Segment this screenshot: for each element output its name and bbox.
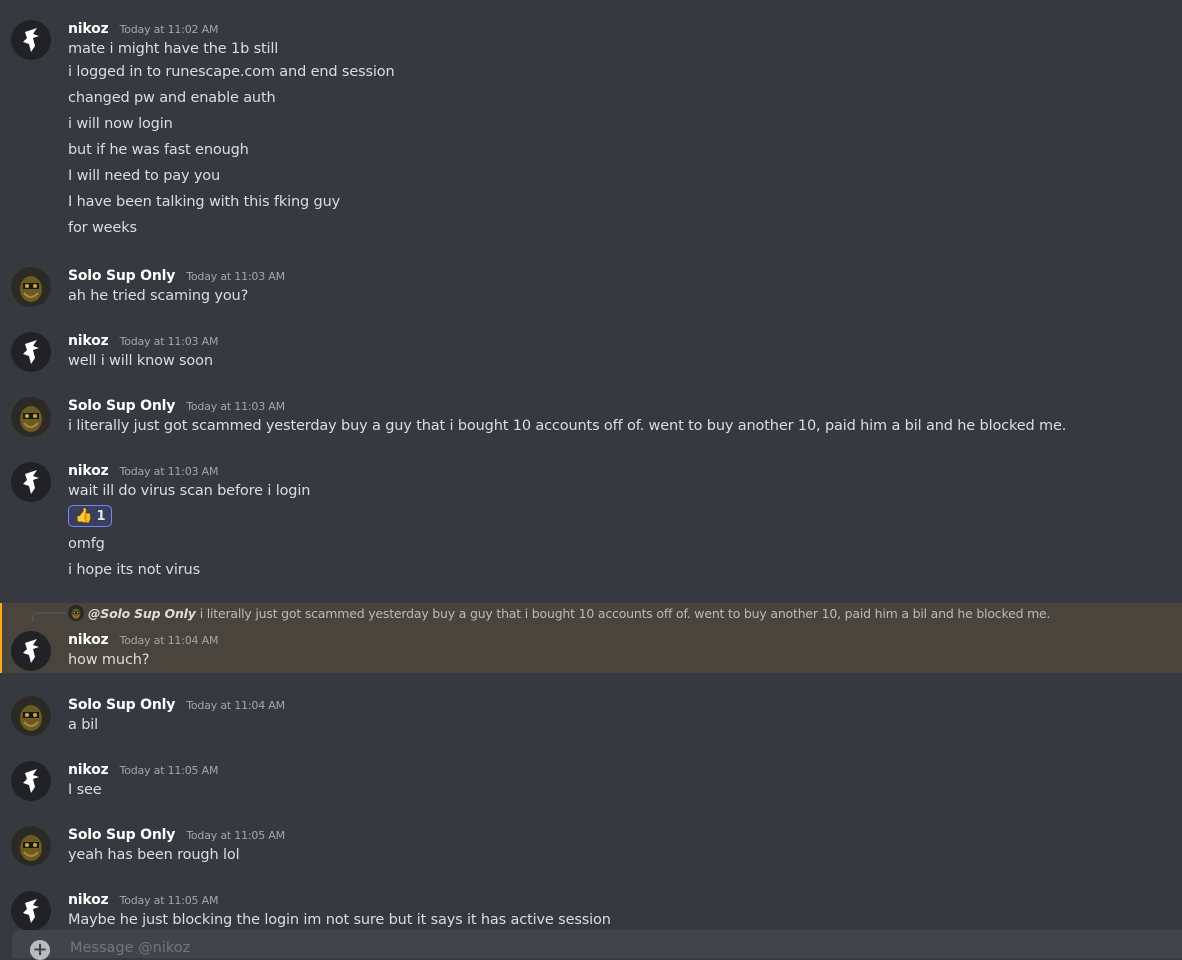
nikoz-avatar-icon[interactable] <box>11 891 51 930</box>
message-header: nikoz Today at 11:02 AM <box>68 17 1166 39</box>
message-group: nikoz Today at 11:04 AM how much? <box>0 628 1182 671</box>
message-line: a bil <box>68 717 99 733</box>
add-attachment-icon[interactable]: + <box>30 940 50 960</box>
username[interactable]: nikoz <box>68 892 109 908</box>
message-header: Solo Sup Only Today at 11:04 AM <box>68 693 1166 715</box>
reply-connector <box>32 612 66 622</box>
username[interactable]: nikoz <box>68 632 109 648</box>
timestamp: Today at 11:05 AM <box>119 894 219 907</box>
message-group: Solo Sup Only Today at 11:03 AM ah he tr… <box>0 264 1182 307</box>
timestamp: Today at 11:04 AM <box>186 699 285 712</box>
username[interactable]: Solo Sup Only <box>68 697 175 713</box>
message-line: I will need to pay you <box>68 168 221 184</box>
solo-avatar-icon <box>68 605 84 621</box>
timestamp: Today at 11:05 AM <box>186 829 285 842</box>
username[interactable]: Solo Sup Only <box>68 268 175 284</box>
username[interactable]: nikoz <box>68 463 109 479</box>
message-group: Solo Sup Only Today at 11:04 AM a bil <box>0 693 1182 736</box>
message-line: i literally just got scammed yesterday b… <box>68 418 1067 434</box>
message-header: Solo Sup Only Today at 11:03 AM <box>68 264 1166 286</box>
message-header: nikoz Today at 11:03 AM <box>68 329 1166 351</box>
username[interactable]: nikoz <box>68 333 109 349</box>
thumbs-up-icon: 👍 <box>75 508 93 524</box>
message-header: Solo Sup Only Today at 11:03 AM <box>68 394 1166 416</box>
message-header: nikoz Today at 11:04 AM <box>68 628 1166 650</box>
timestamp: Today at 11:04 AM <box>119 634 219 647</box>
message-list: nikoz Today at 11:02 AM mate i might hav… <box>0 0 1182 930</box>
timestamp: Today at 11:03 AM <box>186 270 285 283</box>
nikoz-avatar-icon[interactable] <box>11 761 51 801</box>
timestamp: Today at 11:03 AM <box>186 400 285 413</box>
nikoz-avatar-icon[interactable] <box>11 631 51 671</box>
message-line: Maybe he just blocking the login im not … <box>68 912 611 928</box>
nikoz-avatar-icon[interactable] <box>11 462 51 502</box>
timestamp: Today at 11:03 AM <box>119 465 219 478</box>
message-header: nikoz Today at 11:05 AM <box>68 758 1166 780</box>
message-line: well i will know soon <box>68 353 213 369</box>
username[interactable]: Solo Sup Only <box>68 398 175 414</box>
timestamp: Today at 11:02 AM <box>119 23 219 36</box>
username[interactable]: nikoz <box>68 21 109 37</box>
message-composer[interactable]: + <box>12 930 1182 960</box>
message-input[interactable] <box>68 936 1072 960</box>
nikoz-avatar-icon[interactable] <box>11 332 51 372</box>
message-group: nikoz Today at 11:03 AM wait ill do viru… <box>0 459 1182 583</box>
message-line: for weeks <box>68 220 137 236</box>
message-group: nikoz Today at 11:02 AM mate i might hav… <box>0 17 1182 241</box>
username[interactable]: nikoz <box>68 762 109 778</box>
solo-avatar-icon[interactable] <box>11 826 51 866</box>
message-header: nikoz Today at 11:05 AM <box>68 888 1166 910</box>
timestamp: Today at 11:03 AM <box>119 335 219 348</box>
message-line: i logged in to runescape.com and end ses… <box>68 64 395 80</box>
nikoz-avatar-icon[interactable] <box>11 20 51 60</box>
message-group: Solo Sup Only Today at 11:05 AM yeah has… <box>0 823 1182 866</box>
message-line: I see <box>68 782 102 798</box>
message-line: changed pw and enable auth <box>68 90 276 106</box>
message-line: wait ill do virus scan before i login <box>68 483 311 499</box>
reaction-button[interactable]: 👍 1 <box>68 505 113 527</box>
message-line: yeah has been rough lol <box>68 847 240 863</box>
reaction-count: 1 <box>96 508 106 524</box>
reply-preview[interactable]: @Solo Sup Only i literally just got scamm… <box>68 605 1051 623</box>
message-line: but if he was fast enough <box>68 142 249 158</box>
solo-avatar-icon[interactable] <box>11 696 51 736</box>
message-header: Solo Sup Only Today at 11:05 AM <box>68 823 1166 845</box>
reply-text: i literally just got scammed yesterday b… <box>199 606 1051 621</box>
message-group: nikoz Today at 11:05 AM Maybe he just bl… <box>0 888 1182 930</box>
message-line: i hope its not virus <box>68 562 200 578</box>
message-line: how much? <box>68 652 150 668</box>
message-group: nikoz Today at 11:05 AM I see <box>0 758 1182 801</box>
message-header: nikoz Today at 11:03 AM <box>68 459 1166 481</box>
reply-mention[interactable]: @Solo Sup Only <box>88 606 196 621</box>
message-line: omfg <box>68 536 105 552</box>
message-line: ah he tried scaming you? <box>68 288 249 304</box>
message-group: Solo Sup Only Today at 11:03 AM i litera… <box>0 394 1182 437</box>
username[interactable]: Solo Sup Only <box>68 827 175 843</box>
message-group: nikoz Today at 11:03 AM well i will know… <box>0 329 1182 372</box>
message-line: i will now login <box>68 116 173 132</box>
message-line: I have been talking with this fking guy <box>68 194 341 210</box>
solo-avatar-icon[interactable] <box>11 267 51 307</box>
solo-avatar-icon[interactable] <box>11 397 51 437</box>
timestamp: Today at 11:05 AM <box>119 764 219 777</box>
message-line: mate i might have the 1b still <box>68 41 279 57</box>
